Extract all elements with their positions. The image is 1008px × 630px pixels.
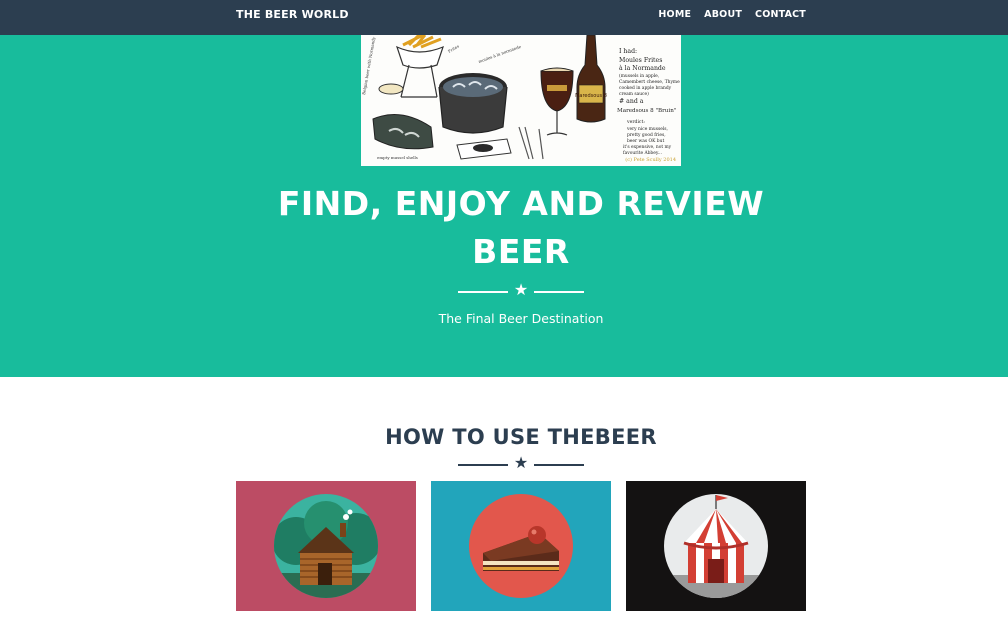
mussel-pot-sketch — [438, 73, 508, 134]
divider-line-right — [534, 464, 584, 466]
label-mussels: moules à la normande — [478, 44, 523, 64]
brand-link[interactable]: THE BEER WORLD — [236, 8, 349, 21]
circus-tent-illustration — [626, 481, 806, 611]
hero-star-divider: ★ — [458, 280, 584, 300]
section-star-divider: ★ — [458, 453, 584, 473]
navbar: THE BEER WORLD HOME ABOUT CONTACT — [0, 0, 1008, 35]
label-bowl: empty mussel shells — [377, 155, 418, 160]
note-line-3: à la Normande — [619, 65, 666, 72]
bottle-label-text: Maredsous 8 — [575, 93, 607, 99]
divider-line-right — [534, 291, 584, 293]
sketch-credit: (c) Pete Scully 2014 — [625, 156, 676, 163]
note-line-8: # and a — [619, 98, 644, 105]
note-line-14: it's expensive, not my — [623, 145, 672, 150]
note-line-15: favourite Abbey... — [623, 151, 662, 156]
note-line-13: beer was OK but — [627, 139, 664, 144]
menu-notes: I had: Moules Frites à la Normande (muss… — [617, 48, 680, 156]
note-line-11: very nice mussels, — [626, 127, 668, 132]
divider-line-left — [458, 291, 508, 293]
note-line-6: cooked in apple brandy — [619, 86, 672, 91]
hero-sketch-image: Maredsous 8 I had: Moules Frites à la No… — [361, 35, 681, 166]
cabin-illustration — [236, 481, 416, 611]
beer-bottle-sketch: Maredsous 8 — [575, 35, 607, 123]
cake-illustration — [431, 481, 611, 611]
note-line-10: verdict: — [626, 119, 645, 125]
nav-menu: HOME ABOUT CONTACT — [658, 9, 806, 20]
hero-subtitle: The Final Beer Destination — [438, 311, 604, 326]
note-line-1: I had: — [619, 48, 637, 55]
hero-title: FIND, ENJOY AND REVIEW BEER — [277, 184, 765, 271]
note-line-12: pretty good fries, — [627, 133, 666, 138]
shell-bowl-sketch — [372, 114, 434, 150]
fries-sketch — [378, 35, 444, 98]
note-line-4: (mussels in apple, — [619, 74, 659, 79]
note-line-9: Maredsous 8 "Bruin" — [617, 108, 677, 114]
note-line-2: Moules Frites — [619, 57, 662, 64]
divider-line-left — [458, 464, 508, 466]
star-icon: ★ — [513, 453, 529, 472]
side-label-left: Belgian beer with Normandy — [361, 36, 376, 95]
beer-glass-sketch — [540, 67, 574, 136]
portfolio-item-cabin[interactable] — [236, 481, 416, 611]
portfolio-item-cake[interactable] — [431, 481, 611, 611]
star-icon: ★ — [513, 280, 529, 299]
sketch-illustration: Maredsous 8 I had: Moules Frites à la No… — [361, 35, 680, 163]
note-line-7: cream sauce) — [619, 92, 649, 97]
note-line-5: Camembert cheese, Thyme — [619, 80, 680, 85]
label-fries: Frites — [447, 44, 460, 54]
section-title: HOW TO USE THEBEER — [385, 425, 657, 449]
nav-home-link[interactable]: HOME — [658, 9, 691, 20]
nav-contact-link[interactable]: CONTACT — [755, 9, 806, 20]
hero-section: Maredsous 8 I had: Moules Frites à la No… — [0, 35, 1008, 377]
nav-about-link[interactable]: ABOUT — [704, 9, 742, 20]
portfolio-item-circus[interactable] — [626, 481, 806, 611]
